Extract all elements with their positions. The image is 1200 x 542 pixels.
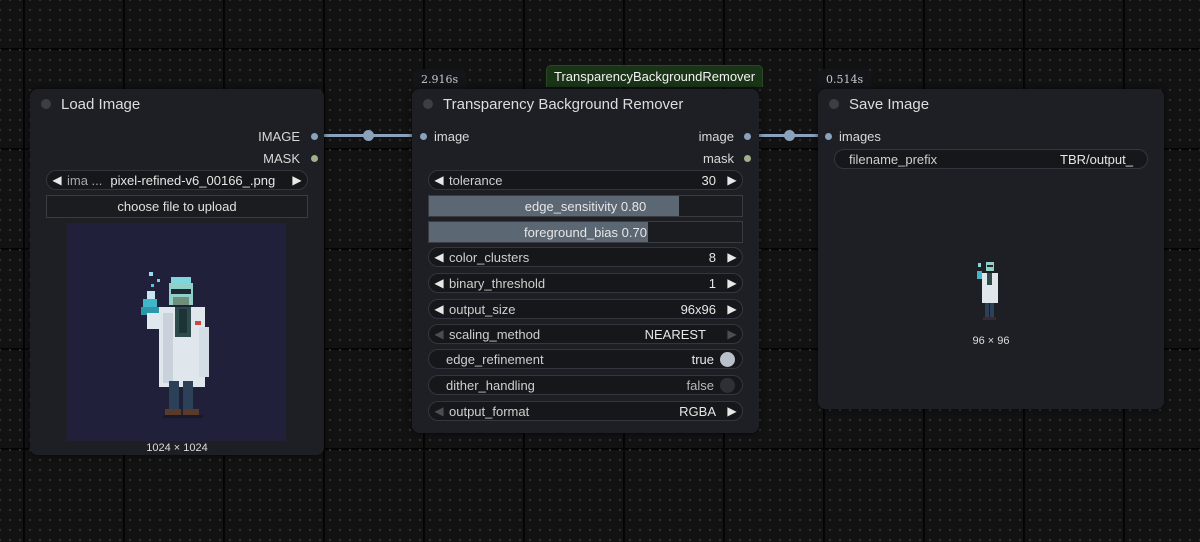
slot-label: image [434, 129, 470, 144]
widget-value: 30 [701, 172, 716, 188]
right-arrow-icon[interactable]: ▶ [722, 327, 742, 341]
filename-prefix-input[interactable]: filename_prefix TBR/output_ [834, 149, 1148, 169]
output-slot-image[interactable]: image [699, 129, 751, 144]
output-preview [973, 257, 1003, 329]
widget-label: dither_handling [446, 377, 535, 393]
scaling-method-widget[interactable]: ◀ scaling_method NEAREST ▶ [428, 324, 743, 344]
input-slot-image[interactable]: image [420, 129, 469, 144]
output-slot-image[interactable]: IMAGE [258, 129, 318, 144]
slot-label: images [839, 129, 881, 144]
widget-label: binary_threshold [449, 275, 546, 291]
edge-sensitivity-slider[interactable]: edge_sensitivity 0.80 [428, 195, 743, 217]
link-midpoint-dot-2[interactable] [784, 130, 795, 141]
toggle-on-icon[interactable] [720, 351, 735, 367]
slot-dot[interactable] [825, 133, 832, 140]
pixel-scientist-thumbnail [977, 262, 998, 320]
widget-value: true [691, 351, 714, 367]
image-dimensions: 96 × 96 [972, 335, 1010, 347]
widget-label: output_format [449, 403, 530, 419]
widget-label: filename_prefix [849, 151, 938, 167]
tolerance-widget[interactable]: ◀ tolerance 30 ▶ [428, 170, 743, 190]
left-arrow-icon[interactable]: ◀ [429, 173, 449, 187]
slot-label: image [698, 129, 734, 144]
widget-label: tolerance [449, 172, 503, 188]
widget-label: foreground_bias [524, 225, 619, 240]
node-header[interactable]: Load Image [30, 89, 324, 119]
output-slot-mask[interactable]: mask [703, 151, 751, 166]
upload-button[interactable]: choose file to upload [46, 195, 308, 218]
toggle-off-icon[interactable] [720, 377, 735, 393]
binary-threshold-widget[interactable]: ◀ binary_threshold 1 ▶ [428, 273, 743, 293]
widget-value: 8 [708, 249, 716, 265]
node-title: Transparency Background Remover [443, 95, 684, 113]
widget-value: pixel-refined-v6_00166_.png [110, 172, 276, 188]
left-arrow-icon[interactable]: ◀ [47, 173, 67, 187]
widget-label: color_clusters [449, 249, 530, 265]
node-title: Save Image [849, 95, 930, 113]
widget-value: 0.80 [620, 199, 647, 214]
widget-value: 1 [708, 275, 716, 291]
node-type-badge: TransparencyBackgroundRemover [546, 65, 764, 87]
dither-handling-toggle[interactable]: dither_handling false [428, 375, 743, 395]
slot-label: mask [702, 151, 734, 166]
node-header[interactable]: Save Image [818, 89, 1164, 119]
node-title: Load Image [61, 95, 141, 113]
slot-dot[interactable] [311, 133, 318, 140]
right-arrow-icon[interactable]: ▶ [722, 302, 742, 316]
slot-dot[interactable] [420, 133, 427, 140]
input-slot-images[interactable]: images [825, 129, 881, 144]
output-size-widget[interactable]: ◀ output_size 96x96 ▶ [428, 299, 743, 319]
widget-value: TBR/output_ [1060, 151, 1133, 167]
widget-value: 0.70 [621, 225, 647, 240]
collapse-dot[interactable] [829, 99, 839, 109]
left-arrow-icon[interactable]: ◀ [429, 250, 449, 264]
widget-value: false [686, 377, 714, 393]
left-arrow-icon[interactable]: ◀ [429, 404, 449, 418]
foreground-bias-slider[interactable]: foreground_bias 0.70 [428, 221, 743, 243]
widget-value: NEAREST [644, 326, 706, 342]
output-slot-mask[interactable]: MASK [263, 151, 318, 166]
node-header[interactable]: Transparency Background Remover [412, 89, 759, 119]
transparency-remover-node[interactable]: Transparency Background Remover image im… [412, 89, 759, 433]
slot-dot[interactable] [744, 155, 751, 162]
link-midpoint-dot-1[interactable] [363, 130, 374, 141]
slot-label: MASK [263, 151, 300, 166]
collapse-dot[interactable] [41, 99, 51, 109]
load-image-node[interactable]: Load Image IMAGE MASK ◀ ima ... pixel-re… [30, 89, 324, 455]
right-arrow-icon[interactable]: ▶ [287, 173, 307, 187]
widget-label: ima ... [67, 172, 103, 188]
pixel-scientist-image [141, 272, 209, 418]
output-format-widget[interactable]: ◀ output_format RGBA ▶ [428, 401, 743, 421]
slot-dot[interactable] [311, 155, 318, 162]
right-arrow-icon[interactable]: ▶ [722, 276, 742, 290]
widget-label: edge_sensitivity [524, 199, 618, 214]
color-clusters-widget[interactable]: ◀ color_clusters 8 ▶ [428, 247, 743, 267]
image-preview [67, 223, 286, 441]
save-image-node[interactable]: Save Image images filename_prefix TBR/ou… [818, 89, 1164, 409]
widget-label: edge_refinement [446, 351, 544, 367]
widget-label: output_size [449, 301, 516, 317]
widget-value: 96x96 [680, 301, 716, 317]
execution-time: 0.514s [818, 69, 872, 91]
widget-label: scaling_method [449, 326, 541, 342]
left-arrow-icon[interactable]: ◀ [429, 327, 449, 341]
left-arrow-icon[interactable]: ◀ [429, 302, 449, 316]
slot-dot[interactable] [744, 133, 751, 140]
widget-value: RGBA [679, 403, 716, 419]
execution-time: 2.916s [413, 69, 467, 91]
collapse-dot[interactable] [423, 99, 433, 109]
right-arrow-icon[interactable]: ▶ [722, 173, 742, 187]
image-file-combo[interactable]: ◀ ima ... pixel-refined-v6_00166_.png ▶ [46, 170, 308, 190]
slot-label: IMAGE [258, 129, 300, 144]
image-dimensions: 1024 × 1024 [146, 442, 208, 454]
right-arrow-icon[interactable]: ▶ [722, 404, 742, 418]
right-arrow-icon[interactable]: ▶ [722, 250, 742, 264]
edge-refinement-toggle[interactable]: edge_refinement true [428, 349, 743, 369]
left-arrow-icon[interactable]: ◀ [429, 276, 449, 290]
